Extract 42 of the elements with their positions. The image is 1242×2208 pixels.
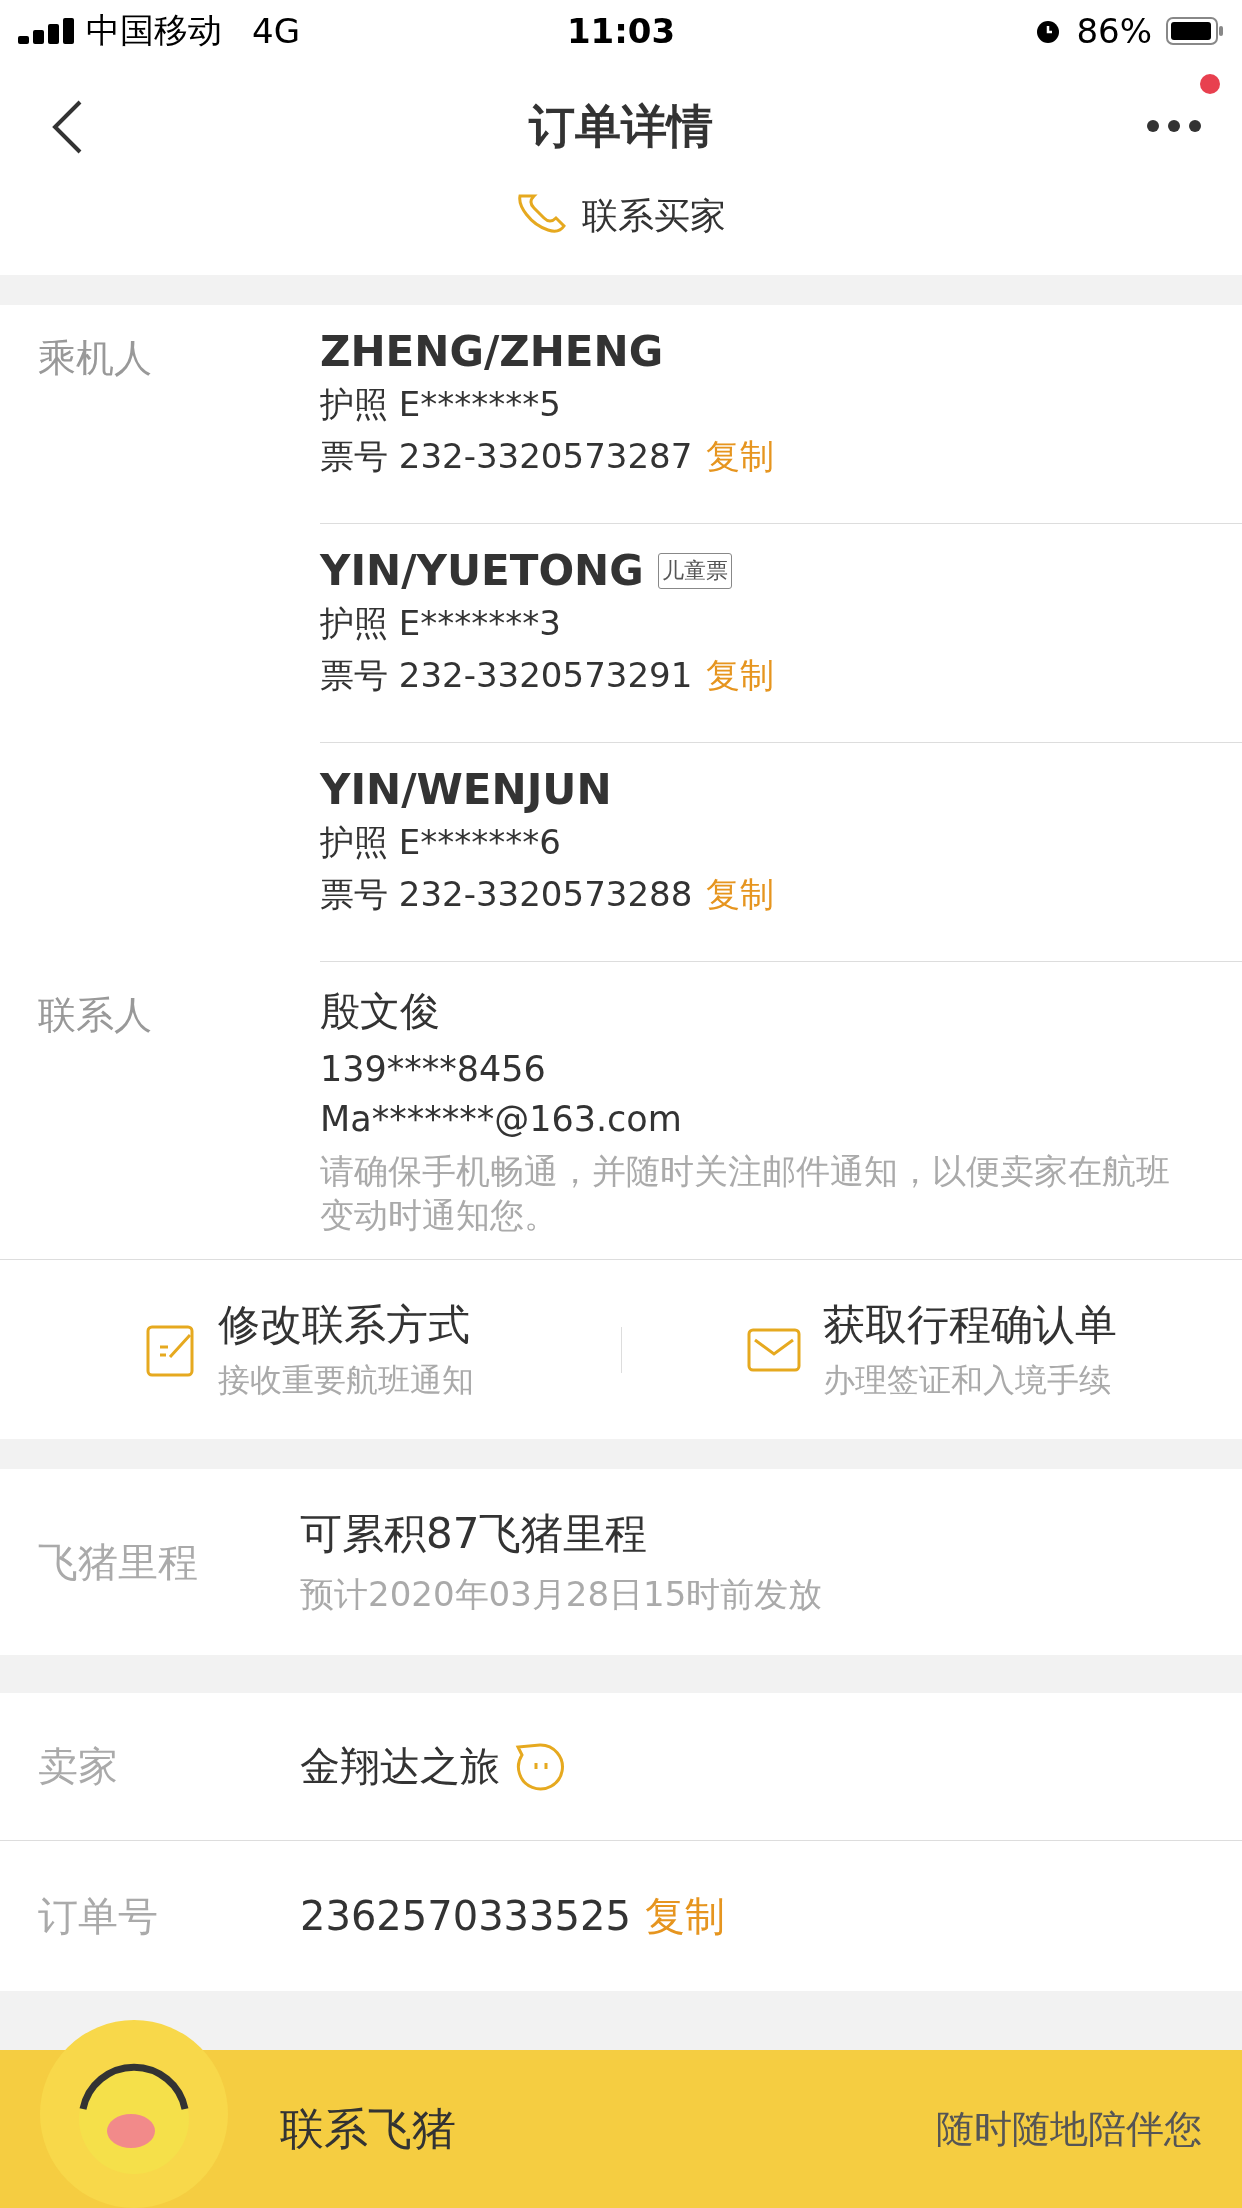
passenger-name: YIN/WENJUN (320, 765, 612, 814)
passport-number: 护照 E*******6 (320, 821, 562, 864)
field-label: 乘机人 (38, 336, 152, 380)
back-button[interactable] (50, 99, 84, 155)
action-title: 修改联系方式 (218, 1298, 472, 1351)
passenger-name: ZHENG/ZHENG (320, 327, 664, 376)
passport-number: 护照 E*******5 (320, 383, 562, 426)
network-type: 4G (252, 11, 300, 51)
field-label: 联系人 (38, 993, 152, 1037)
passport-number: 护照 E*******3 (320, 602, 562, 645)
order-number: 2362570333525 (300, 1893, 631, 1939)
contact-buyer-link[interactable]: 联系买家 (582, 192, 726, 241)
clock: 11:03 (566, 11, 676, 51)
field-label: 飞猪里程 (38, 1538, 198, 1585)
battery-percent: 86% (1076, 11, 1152, 51)
notice-text: 请确保手机畅通，并随时关注邮件通知，以便卖家在航班变动时通知您。 (320, 1150, 1171, 1237)
seller-name: 金翔达之旅 (300, 1742, 500, 1791)
battery-icon (1166, 17, 1224, 45)
action-subtitle: 办理签证和入境手续 (822, 1359, 1112, 1401)
action-subtitle: 接收重要航班通知 (218, 1359, 475, 1401)
carrier: 中国移动 (86, 9, 222, 52)
ticket-type-tag: 儿童票 (657, 552, 732, 589)
action-item[interactable]: 获取行程确认单 办理签证和入境手续 (621, 1296, 1242, 1403)
ticket-number: 票号 232-3320573287 (320, 435, 693, 478)
signal-icon (18, 18, 76, 44)
contact-phone: 139****8456 (320, 1049, 547, 1089)
miles-value: 可累积87飞猪里程 (300, 1508, 649, 1560)
footer-title: 联系飞猪 (280, 2101, 456, 2156)
action-item[interactable]: 修改联系方式 接收重要航班通知 (0, 1296, 621, 1403)
action-title: 获取行程确认单 (822, 1298, 1117, 1351)
passenger-name: YIN/YUETONG (320, 546, 644, 595)
more-button[interactable] (1146, 118, 1202, 133)
miles-note: 预计2020年03月28日15时前发放 (300, 1573, 824, 1616)
footer-subtitle: 随时随地陪伴您 (936, 2105, 1202, 2153)
page-title: 订单详情 (529, 98, 713, 155)
field-label: 订单号 (38, 1892, 158, 1939)
contact-email: Ma*******@163.com (320, 1099, 683, 1139)
mail-icon (746, 1327, 801, 1372)
contact-name: 殷文俊 (320, 987, 441, 1036)
ticket-number: 票号 232-3320573291 (320, 654, 693, 697)
field-label: 卖家 (38, 1743, 118, 1789)
ticket-number: 票号 232-3320573288 (320, 873, 693, 916)
